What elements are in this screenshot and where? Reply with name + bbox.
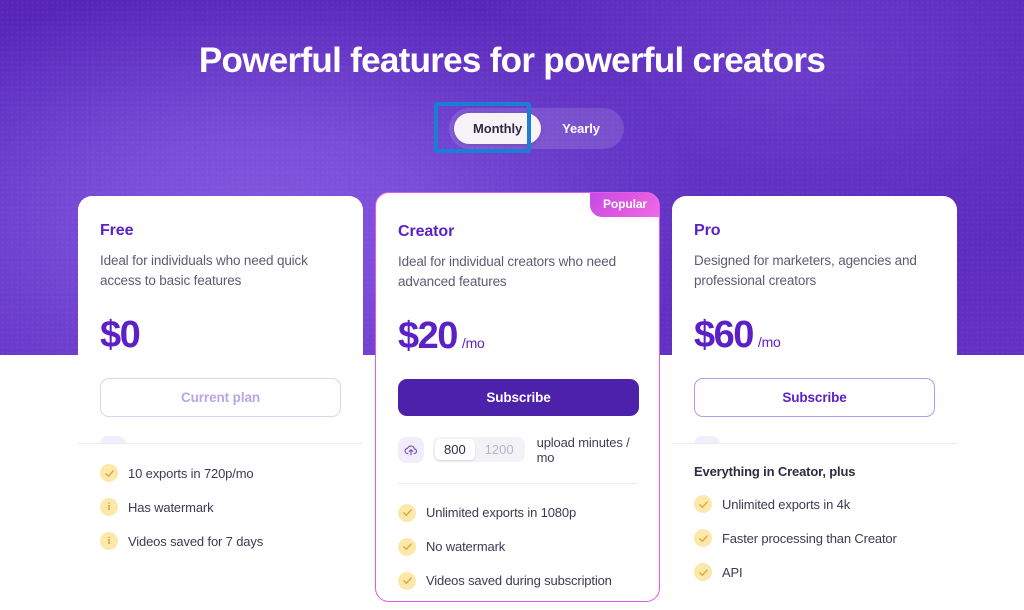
feature-label: Faster processing than Creator xyxy=(722,530,897,546)
feature-item: No watermark xyxy=(398,537,637,556)
feature-item: i Has watermark xyxy=(100,498,341,516)
feature-label: No watermark xyxy=(426,539,506,555)
price-amount-creator: $20 xyxy=(398,314,458,357)
feature-item: Unlimited exports in 1080p xyxy=(398,503,637,522)
plan-description-pro: Designed for marketers, agencies and pro… xyxy=(694,253,917,288)
info-icon: i xyxy=(100,498,118,516)
upload-minutes-selector[interactable]: 800 1200 xyxy=(433,437,525,463)
feature-label: 10 exports in 720p/mo xyxy=(128,465,254,481)
feature-label: Videos saved during subscription xyxy=(426,573,612,589)
pricing-card-pro: Pro Designed for marketers, agencies and… xyxy=(672,196,957,462)
pricing-card-free-features: 10 exports in 720p/mo i Has watermark i … xyxy=(78,443,363,578)
feature-item: Videos saved during subscription xyxy=(398,571,637,590)
price-period-creator: /mo xyxy=(461,334,485,351)
features-heading-pro: Everything in Creator, plus xyxy=(694,464,856,479)
check-icon xyxy=(694,529,712,547)
upload-minutes-text-creator: upload minutes / mo xyxy=(536,434,630,465)
upload-minutes-creator: 800 1200 upload minutes / mo xyxy=(398,435,637,465)
plan-price-free: $0 xyxy=(100,314,341,357)
price-amount-free: $0 xyxy=(100,313,141,356)
check-icon xyxy=(694,563,712,581)
check-icon xyxy=(398,537,416,556)
feature-label: Has watermark xyxy=(128,499,214,515)
subscribe-button-creator[interactable]: Subscribe xyxy=(398,378,639,416)
cloud-upload-icon xyxy=(398,436,424,463)
feature-item: API xyxy=(694,563,935,581)
plan-name-free: Free xyxy=(100,222,134,239)
price-period-pro: /mo xyxy=(757,333,781,350)
upload-option-1200[interactable]: 1200 xyxy=(476,439,523,460)
feature-item: Faster processing than Creator xyxy=(694,529,935,547)
pricing-card-creator: Popular Creator Ideal for individual cre… xyxy=(375,192,660,602)
pricing-card-pro-features: Everything in Creator, plus Unlimited ex… xyxy=(672,443,957,581)
check-icon xyxy=(398,503,416,522)
plan-name-pro: Pro xyxy=(694,222,721,239)
plan-price-pro: $60 /mo xyxy=(694,314,935,357)
check-icon xyxy=(398,571,416,590)
price-amount-pro: $60 xyxy=(694,313,754,356)
feature-label: Unlimited exports in 1080p xyxy=(426,505,577,521)
feature-item: Unlimited exports in 4k xyxy=(694,495,935,513)
feature-item: i Videos saved for 7 days xyxy=(100,532,341,550)
current-plan-button[interactable]: Current plan xyxy=(100,377,341,417)
plan-price-creator: $20 /mo xyxy=(398,315,637,358)
pricing-cards: Free Ideal for individuals who need quic… xyxy=(0,0,1024,610)
feature-item: 10 exports in 720p/mo xyxy=(100,464,341,482)
upload-option-800[interactable]: 800 xyxy=(435,439,475,461)
pricing-card-free: Free Ideal for individuals who need quic… xyxy=(78,196,363,462)
feature-label: API xyxy=(722,564,743,580)
feature-label: Videos saved for 7 days xyxy=(128,533,264,549)
check-icon xyxy=(100,464,118,482)
feature-label: Unlimited exports in 4k xyxy=(722,496,851,512)
info-icon: i xyxy=(100,532,118,550)
check-icon xyxy=(694,495,712,513)
subscribe-button-pro[interactable]: Subscribe xyxy=(694,377,935,417)
plan-description-creator: Ideal for individual creators who need a… xyxy=(398,254,616,289)
popular-badge: Popular xyxy=(590,193,659,217)
plan-description-free: Ideal for individuals who need quick acc… xyxy=(100,253,308,288)
